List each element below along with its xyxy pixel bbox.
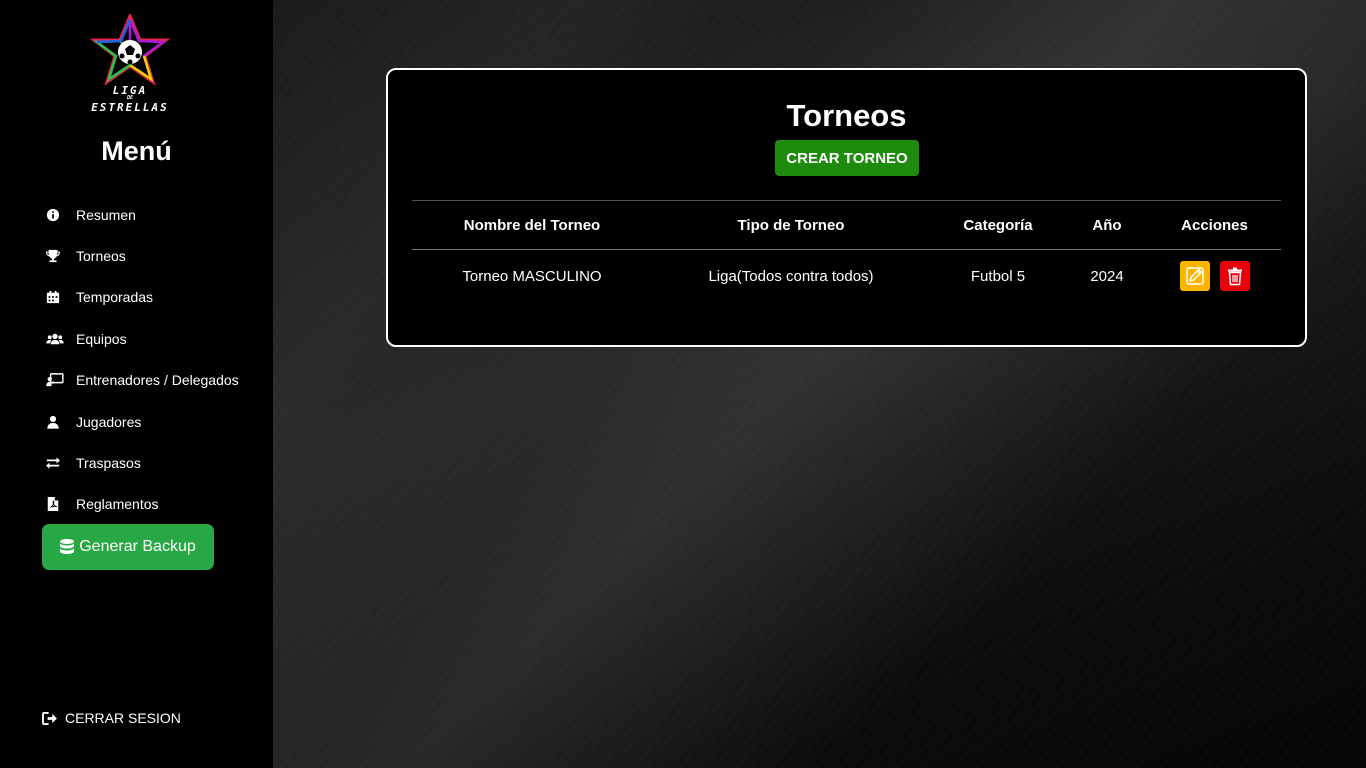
user-icon: [42, 415, 76, 429]
page-title: Torneos: [786, 98, 907, 133]
file-pdf-icon: [42, 497, 76, 512]
sidebar-item-label: Entrenadores / Delegados: [76, 372, 239, 389]
sidebar-item-resumen[interactable]: Resumen: [42, 194, 262, 235]
torneos-table: Nombre del Torneo Tipo de Torneo Categor…: [412, 200, 1281, 303]
users-icon: [42, 332, 76, 346]
sidebar-nav: Resumen Torneos Temporadas Equipos Entre…: [42, 194, 262, 525]
cell-nombre: Torneo MASCULINO: [462, 267, 602, 285]
trash-icon: [1227, 267, 1242, 286]
trophy-icon: [42, 249, 76, 263]
sidebar-item-label: Reglamentos: [76, 496, 159, 513]
cerrar-sesion-label: CERRAR SESION: [65, 710, 181, 726]
star-logo-icon: [89, 12, 171, 86]
crear-torneo-button[interactable]: CREAR TORNEO: [775, 140, 919, 176]
cell-anio: 2024: [1090, 267, 1124, 285]
sidebar-item-entrenadores[interactable]: Entrenadores / Delegados: [42, 360, 262, 401]
sidebar-item-label: Temporadas: [76, 289, 154, 306]
logo-text-estrellas: ESTRELLAS: [91, 101, 169, 114]
cerrar-sesion-link[interactable]: CERRAR SESION: [42, 710, 181, 726]
info-icon: [42, 208, 76, 222]
sidebar-item-reglamentos[interactable]: Reglamentos: [42, 484, 262, 525]
cell-categoria: Futbol 5: [970, 267, 1026, 285]
sidebar-item-label: Resumen: [76, 206, 136, 223]
calendar-icon: [42, 290, 76, 304]
column-header-anio: Año: [1066, 200, 1148, 250]
column-header-categoria: Categoría: [930, 200, 1066, 250]
exchange-icon: [42, 456, 76, 470]
liga-logo: LIGA DE ESTRELLAS: [84, 12, 176, 118]
generar-backup-label: Generar Backup: [79, 538, 196, 555]
delete-button[interactable]: [1219, 261, 1250, 292]
torneos-card: Torneos CREAR TORNEO Nombre del Torneo T…: [386, 68, 1307, 347]
sidebar-item-equipos[interactable]: Equipos: [42, 318, 262, 359]
generar-backup-button[interactable]: Generar Backup: [42, 524, 214, 570]
sidebar-item-label: Equipos: [76, 330, 127, 347]
menu-title: Menú: [101, 136, 172, 166]
table-row: Torneo MASCULINO Liga(Todos contra todos…: [412, 250, 1281, 303]
column-header-nombre: Nombre del Torneo: [412, 200, 652, 250]
cell-acciones: [1148, 250, 1281, 303]
chalkboard-teacher-icon: [42, 373, 76, 387]
column-header-acciones: Acciones: [1148, 200, 1281, 250]
pencil-icon: [1185, 267, 1204, 285]
database-icon: [60, 539, 75, 554]
sidebar-item-label: Torneos: [76, 248, 126, 265]
sidebar-item-label: Jugadores: [76, 413, 142, 430]
sidebar-item-traspasos[interactable]: Traspasos: [42, 442, 262, 483]
sidebar: LIGA DE ESTRELLAS Menú Resumen Torneos T…: [0, 0, 273, 768]
edit-button[interactable]: [1179, 261, 1210, 292]
sidebar-item-temporadas[interactable]: Temporadas: [42, 277, 262, 318]
sidebar-item-jugadores[interactable]: Jugadores: [42, 401, 262, 442]
cell-tipo: Liga(Todos contra todos): [708, 267, 874, 285]
column-header-tipo: Tipo de Torneo: [652, 200, 930, 250]
sidebar-item-label: Traspasos: [76, 455, 141, 472]
table-header-row: Nombre del Torneo Tipo de Torneo Categor…: [412, 200, 1281, 250]
sidebar-item-torneos[interactable]: Torneos: [42, 235, 262, 276]
sign-out-icon: [42, 711, 57, 725]
